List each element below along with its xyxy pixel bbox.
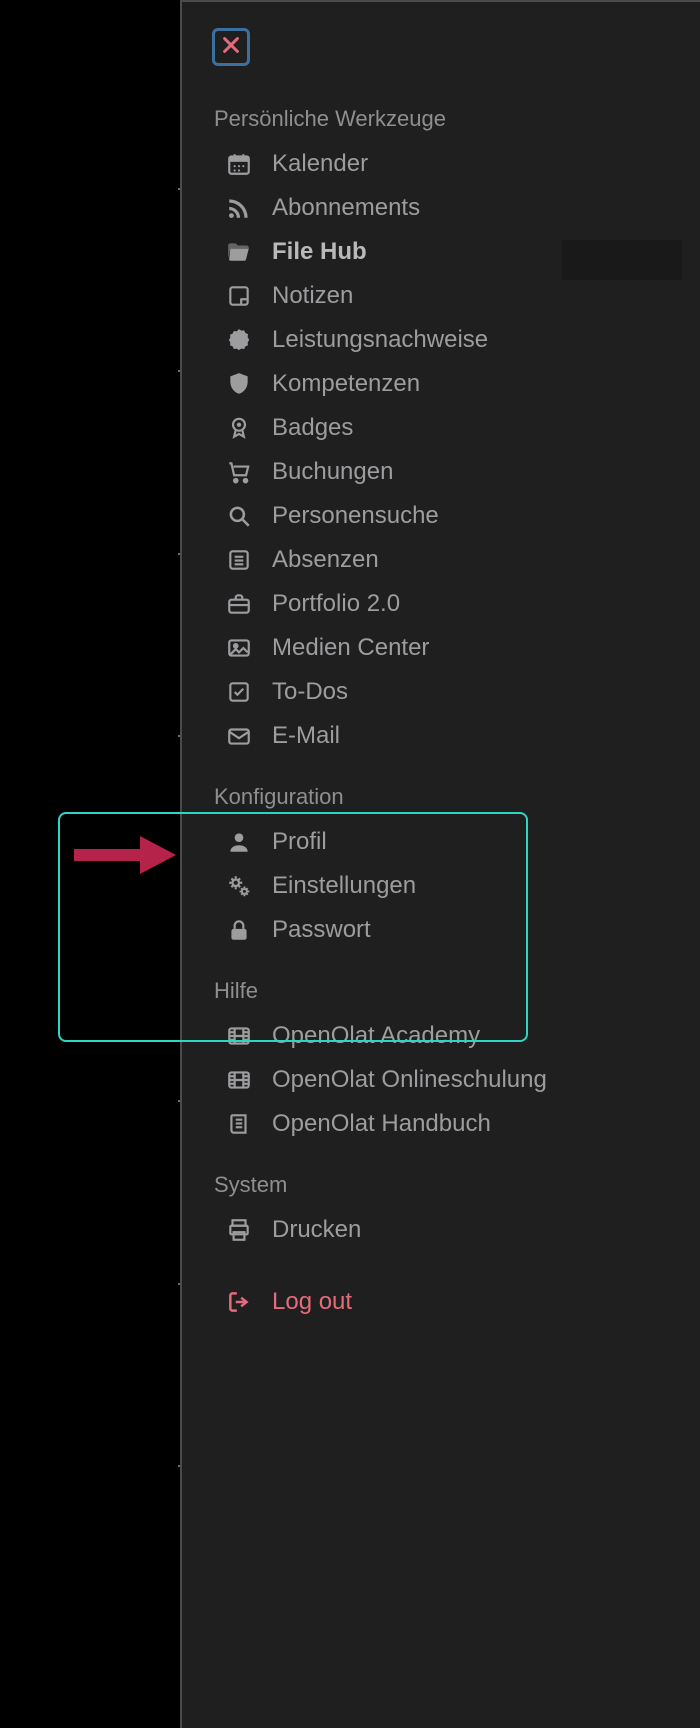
menu-label: Leistungsnachweise — [272, 326, 488, 354]
menu-label: Einstellungen — [272, 872, 416, 900]
menu-item-buchungen[interactable]: Buchungen — [212, 450, 670, 494]
seal-icon — [224, 327, 254, 353]
badge-icon — [224, 415, 254, 441]
calendar-icon — [224, 151, 254, 177]
menu-label: Kompetenzen — [272, 370, 420, 398]
menu-label: OpenOlat Onlineschulung — [272, 1066, 547, 1094]
rss-icon — [224, 195, 254, 221]
menu-label: Drucken — [272, 1216, 361, 1244]
menu-item-kompetenzen[interactable]: Kompetenzen — [212, 362, 670, 406]
menu-item-logout[interactable]: Log out — [212, 1280, 670, 1324]
menu-label: Kalender — [272, 150, 368, 178]
film-icon — [224, 1067, 254, 1093]
menu-label: Badges — [272, 414, 353, 442]
menu-item-email[interactable]: E-Mail — [212, 714, 670, 758]
menu-label: Abonnements — [272, 194, 420, 222]
menu-item-handbuch[interactable]: OpenOlat Handbuch — [212, 1102, 670, 1146]
mail-icon — [224, 723, 254, 749]
menu-item-kalender[interactable]: Kalender — [212, 142, 670, 186]
menu-label: Notizen — [272, 282, 353, 310]
print-icon — [224, 1217, 254, 1243]
menu-item-academy[interactable]: OpenOlat Academy — [212, 1014, 670, 1058]
menu-item-passwort[interactable]: Passwort — [212, 908, 670, 952]
menu-label: OpenOlat Handbuch — [272, 1110, 491, 1138]
menu-label: E-Mail — [272, 722, 340, 750]
section-title-help: Hilfe — [214, 978, 670, 1004]
search-icon — [224, 503, 254, 529]
briefcase-icon — [224, 591, 254, 617]
user-icon — [224, 829, 254, 855]
note-icon — [224, 283, 254, 309]
menu-label: Log out — [272, 1288, 352, 1316]
menu-label: Personensuche — [272, 502, 439, 530]
menu-label: OpenOlat Academy — [272, 1022, 480, 1050]
lock-icon — [224, 917, 254, 943]
menu-item-drucken[interactable]: Drucken — [212, 1208, 670, 1252]
menu-item-notizen[interactable]: Notizen — [212, 274, 670, 318]
left-background — [0, 0, 180, 1728]
close-icon — [220, 34, 242, 61]
menu-item-portfolio[interactable]: Portfolio 2.0 — [212, 582, 670, 626]
menu-label: Portfolio 2.0 — [272, 590, 400, 618]
menu-item-einstellungen[interactable]: Einstellungen — [212, 864, 670, 908]
close-button[interactable] — [212, 28, 250, 66]
image-icon — [224, 635, 254, 661]
menu-item-onlineschulung[interactable]: OpenOlat Onlineschulung — [212, 1058, 670, 1102]
folder-open-icon — [224, 239, 254, 265]
logout-icon — [224, 1289, 254, 1315]
menu-item-badges[interactable]: Badges — [212, 406, 670, 450]
list-icon — [224, 547, 254, 573]
check-square-icon — [224, 679, 254, 705]
menu-item-absenzen[interactable]: Absenzen — [212, 538, 670, 582]
section-title-system: System — [214, 1172, 670, 1198]
menu-label: File Hub — [272, 238, 367, 266]
menu-item-profil[interactable]: Profil — [212, 820, 670, 864]
cart-icon — [224, 459, 254, 485]
menu-label: Passwort — [272, 916, 371, 944]
menu-item-personensuche[interactable]: Personensuche — [212, 494, 670, 538]
menu-label: Absenzen — [272, 546, 379, 574]
menu-item-leistungsnachweise[interactable]: Leistungsnachweise — [212, 318, 670, 362]
redaction-block — [562, 240, 682, 280]
section-title-config: Konfiguration — [214, 784, 670, 810]
menu-label: Profil — [272, 828, 327, 856]
menu-label: To-Dos — [272, 678, 348, 706]
menu-item-todos[interactable]: To-Dos — [212, 670, 670, 714]
menu-item-abonnements[interactable]: Abonnements — [212, 186, 670, 230]
gears-icon — [224, 873, 254, 899]
book-icon — [224, 1111, 254, 1137]
menu-label: Medien Center — [272, 634, 429, 662]
film-icon — [224, 1023, 254, 1049]
shield-icon — [224, 371, 254, 397]
section-title-tools: Persönliche Werkzeuge — [214, 106, 670, 132]
menu-label: Buchungen — [272, 458, 393, 486]
menu-item-mediencenter[interactable]: Medien Center — [212, 626, 670, 670]
